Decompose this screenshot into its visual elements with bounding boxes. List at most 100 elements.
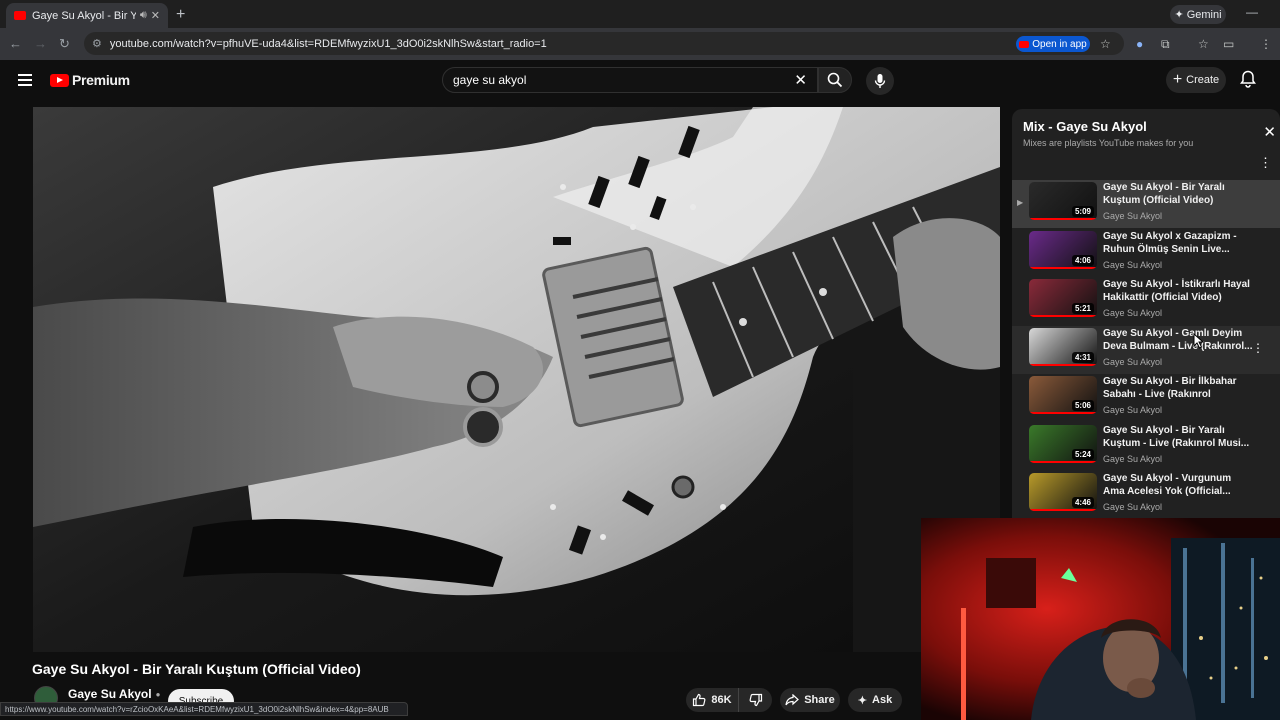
youtube-app-icon (1019, 40, 1030, 48)
like-count: 86K (711, 694, 732, 706)
item-more-icon[interactable]: ⋮ (1252, 341, 1264, 355)
duration-badge: 4:31 (1071, 352, 1094, 363)
playlist-item-artist: Gaye Su Akyol (1103, 308, 1163, 318)
playlist-item-title: Gaye Su Akyol - Vurgunum Ama Acelesi Yok… (1103, 473, 1232, 497)
video-player[interactable] (33, 107, 1000, 652)
ask-button[interactable]: ✦ Ask (848, 688, 902, 712)
extensions-puzzle-icon[interactable]: ⧉ (1161, 37, 1170, 52)
search-button[interactable] (818, 67, 852, 93)
playlist-item-artist: Gaye Su Akyol (1103, 357, 1163, 367)
dislike-button[interactable] (738, 688, 772, 712)
open-in-app-label: Open in app (1032, 38, 1087, 50)
browser-tab-title: Gaye Su Akyol - Bir Yaralı K (32, 9, 136, 22)
forward-arrow-icon[interactable]: → (34, 36, 47, 51)
window-minimize-icon[interactable]: — (1246, 5, 1258, 19)
site-info-icon[interactable]: ⚙ (92, 37, 102, 50)
notifications-bell-icon[interactable] (1240, 70, 1256, 93)
playlist-panel: Mix - Gaye Su Akyol Mixes are playlists … (1012, 109, 1280, 520)
channel-name[interactable]: Gaye Su Akyol ● (68, 687, 160, 701)
browser-tab[interactable]: Gaye Su Akyol - Bir Yaralı K 🔊︎ ✕ (6, 3, 168, 28)
create-label: Create (1186, 74, 1220, 86)
menu-icon[interactable] (18, 74, 32, 86)
playlist-thumbnail[interactable]: 4:31 (1029, 328, 1097, 366)
watch-progress-bar (1029, 267, 1097, 269)
bookmark-star-icon[interactable]: ☆ (1100, 37, 1111, 51)
address-bar[interactable]: ⚙ youtube.com/watch?v=pfhuVE-uda4&list=R… (84, 32, 1124, 55)
watch-progress-bar (1029, 461, 1097, 463)
playlist-item[interactable]: 5:21 Gaye Su Akyol - İstikrarlı Hayal Hak… (1012, 277, 1280, 325)
bookmarks-icon[interactable]: ☆ (1198, 37, 1209, 51)
channel-name-text: Gaye Su Akyol (68, 687, 152, 701)
ask-label: Ask (872, 694, 893, 706)
mouse-cursor-icon (1193, 333, 1205, 349)
side-panel-icon[interactable]: ▭ (1223, 37, 1234, 51)
playlist-item[interactable]: 5:24 Gaye Su Akyol - Bir Yaralı Kuştum - … (1012, 423, 1280, 471)
brand-label: Premium (72, 72, 130, 88)
playlist-item[interactable]: 5:06 Gaye Su Akyol - Bir İlkbahar Sabahı … (1012, 374, 1280, 422)
playlist-thumbnail[interactable]: 4:46 (1029, 473, 1097, 511)
video-frame-guitar (33, 107, 1000, 652)
browser-tab-strip: Gaye Su Akyol - Bir Yaralı K 🔊︎ ✕ + ✦ Ge… (0, 0, 1280, 28)
duration-badge: 4:06 (1071, 255, 1094, 266)
playlist-thumbnail[interactable]: 5:09 (1029, 182, 1097, 220)
open-in-app-button[interactable]: Open in app (1016, 36, 1090, 52)
watch-progress-bar (1029, 315, 1097, 317)
playlist-item-title: Gaye Su Akyol - İstikrarlı Hayal Hakikat… (1103, 279, 1250, 303)
video-title: Gaye Su Akyol - Bir Yaralı Kuştum (Offic… (32, 661, 361, 677)
share-label: Share (804, 694, 835, 706)
playlist-item-artist: Gaye Su Akyol (1103, 211, 1163, 221)
gemini-label: Gemini (1186, 8, 1222, 21)
playlist-item[interactable]: ▶ 5:09 Gaye Su Akyol - Bir Yaralı Kuştum (… (1012, 180, 1280, 228)
ask-sparkle-icon: ✦ (857, 694, 868, 707)
profile-menu-icon[interactable]: ⋮ (1260, 37, 1272, 51)
voice-search-button[interactable] (866, 67, 894, 95)
tab-close-icon[interactable]: ✕ (151, 9, 160, 22)
reload-icon[interactable]: ↻ (59, 36, 70, 52)
clear-search-icon[interactable]: ✕ (794, 71, 807, 89)
browser-status-bar: https://www.youtube.com/watch?v=rZcioOxK… (0, 702, 408, 716)
new-tab-button[interactable]: + (176, 6, 185, 24)
back-arrow-icon[interactable]: ← (9, 36, 22, 51)
youtube-header: Premium gaye su akyol ✕ + Create (0, 60, 1280, 100)
playlist-more-icon[interactable]: ⋮ (1259, 155, 1272, 171)
search-input[interactable]: gaye su akyol ✕ (442, 67, 818, 93)
duration-badge: 5:24 (1071, 449, 1094, 460)
playlist-item-title: Gaye Su Akyol - Gamlı Deyim Deva Bulmam … (1103, 328, 1253, 352)
watch-progress-bar (1029, 364, 1097, 366)
gemini-button[interactable]: ✦ Gemini (1170, 5, 1226, 24)
playlist-thumbnail[interactable]: 5:24 (1029, 425, 1097, 463)
youtube-premium-logo[interactable]: Premium (50, 72, 130, 88)
speaker-icon[interactable]: 🔊︎ (140, 9, 147, 22)
playlist-thumbnail[interactable]: 4:06 (1029, 231, 1097, 269)
create-button[interactable]: + Create (1166, 67, 1226, 93)
youtube-play-logo-icon (50, 73, 69, 87)
playlist-thumbnail[interactable]: 5:06 (1029, 376, 1097, 414)
playlist-item-artist: Gaye Su Akyol (1103, 260, 1163, 270)
webcam-feed (921, 518, 1280, 720)
duration-badge: 5:09 (1071, 206, 1094, 217)
watch-progress-bar (1029, 509, 1097, 511)
playlist-item-title: Gaye Su Akyol x Gazapizm - Ruhun Ölmüş S… (1103, 231, 1237, 255)
close-playlist-icon[interactable]: ✕ (1263, 123, 1276, 141)
playlist-item-title: Gaye Su Akyol - Bir Yaralı Kuştum - Live… (1103, 425, 1250, 449)
playlist-item[interactable]: 4:31 Gaye Su Akyol - Gamlı Deyim Deva Bul… (1012, 326, 1280, 374)
like-button[interactable]: 86K (686, 688, 738, 712)
playlist-item[interactable]: 4:46 Gaye Su Akyol - Vurgunum Ama Acelesi… (1012, 471, 1280, 519)
duration-badge: 4:46 (1071, 497, 1094, 508)
youtube-favicon-icon (14, 11, 26, 20)
extension-circle-icon[interactable]: ● (1136, 37, 1143, 51)
share-button[interactable]: Share (780, 688, 840, 712)
search-icon (827, 72, 843, 88)
playlist-item-artist: Gaye Su Akyol (1103, 405, 1163, 415)
playlist-item[interactable]: 4:06 Gaye Su Akyol x Gazapizm - Ruhun Ölm… (1012, 229, 1280, 277)
playlist-item-artist: Gaye Su Akyol (1103, 454, 1163, 464)
playlist-thumbnail[interactable]: 5:21 (1029, 279, 1097, 317)
search-query: gaye su akyol (453, 73, 527, 87)
plus-icon: + (1172, 71, 1183, 88)
playlist-title[interactable]: Mix - Gaye Su Akyol (1023, 119, 1147, 134)
thumbs-up-icon (693, 693, 706, 707)
gemini-sparkle-icon: ✦ (1174, 9, 1184, 21)
share-arrow-icon (785, 694, 800, 706)
duration-badge: 5:21 (1071, 303, 1094, 314)
webcam-overlay (921, 518, 1280, 720)
